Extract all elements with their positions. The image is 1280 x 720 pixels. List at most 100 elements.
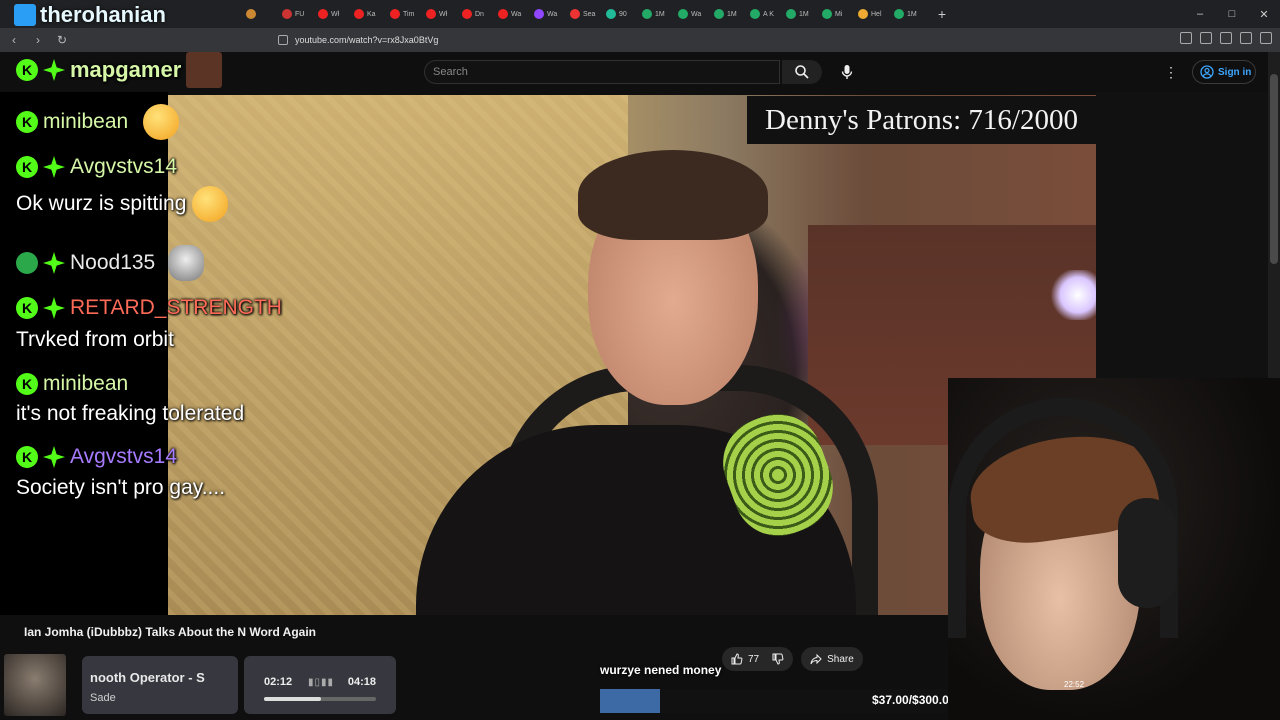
search-button[interactable] [782, 60, 822, 84]
like-button[interactable]: 77 [722, 647, 794, 671]
browser-tab[interactable]: 90 [602, 3, 636, 25]
voice-search-button[interactable] [834, 60, 860, 84]
chat-username: Avgvstvs14 [70, 445, 177, 468]
tab-favicon-icon [246, 9, 256, 19]
tab-favicon-icon [426, 9, 436, 19]
browser-tab[interactable]: A K [746, 3, 780, 25]
kick-badge-icon: K [16, 446, 38, 468]
browser-tab[interactable]: Hel [854, 3, 888, 25]
minimize-icon[interactable]: – [1184, 0, 1216, 28]
playback-progress-fill [264, 697, 322, 701]
chat-line: K minibean [16, 104, 180, 140]
tab-favicon-icon [786, 9, 796, 19]
chat-header-user: K mapgamer [16, 52, 223, 88]
elapsed-time: 02:12 [264, 676, 293, 688]
browser-tab[interactable]: Ka [350, 3, 384, 25]
tab-label: Dn [475, 10, 484, 18]
share-button[interactable]: Share [801, 647, 863, 671]
search-icon [795, 65, 809, 79]
sub-badge-icon [43, 252, 65, 274]
browser-tab[interactable]: 1M [782, 3, 816, 25]
tab-favicon-icon [606, 9, 616, 19]
sub-badge-icon [43, 59, 65, 81]
tab-label: Hel [871, 10, 882, 18]
tab-favicon-icon [822, 9, 832, 19]
browser-tab[interactable]: 1M [710, 3, 744, 25]
sub-badge-icon [43, 156, 65, 178]
browser-tab[interactable]: 1M [890, 3, 924, 25]
tab-list: FU Wł Ka Tim Wł Dn Wa Wa Sea 90 1M Wa 1M A K 1M Mi Hel 1M [240, 3, 924, 25]
now-playing-widget: nooth Operator - S Sade 02:12 ▮▯▮▮ 04:18 [0, 652, 400, 720]
browser-tab[interactable]: Mi [818, 3, 852, 25]
maximize-icon[interactable]: □ [1216, 0, 1248, 28]
donation-goal-fill [600, 689, 660, 713]
media-icon[interactable] [1220, 32, 1232, 44]
browser-tab[interactable]: Wł [422, 3, 456, 25]
browser-tab[interactable]: Tim [386, 3, 420, 25]
kick-badge-icon: K [16, 373, 38, 395]
video-actions: 77 Share [722, 647, 863, 671]
back-icon[interactable]: ‹ [4, 30, 24, 50]
streamer-facecam [948, 378, 1280, 720]
kick-badge-icon: K [16, 156, 38, 178]
like-count: 77 [748, 653, 760, 665]
chat-message: it's not freaking tolerated [16, 402, 245, 425]
playback-panel: 02:12 ▮▯▮▮ 04:18 [244, 656, 396, 714]
browser-tab[interactable]: Sea [566, 3, 600, 25]
tab-label: Tim [403, 10, 415, 18]
purple-lamp [1048, 270, 1096, 320]
tab-favicon-icon [570, 9, 580, 19]
tab-favicon-icon [282, 9, 292, 19]
tab-label: 1M [727, 10, 737, 18]
extension-icon[interactable] [1180, 32, 1192, 44]
scrollbar-thumb[interactable] [1270, 74, 1278, 264]
new-tab-button[interactable]: + [932, 4, 952, 24]
extension-icon[interactable] [1200, 32, 1212, 44]
site-info-icon[interactable] [278, 35, 288, 45]
kick-badge-icon: K [16, 297, 38, 319]
forward-icon[interactable]: › [28, 30, 48, 50]
tab-favicon-icon [714, 9, 724, 19]
smirk-emote-icon [192, 186, 229, 222]
search-placeholder: Search [433, 66, 468, 78]
browser-tab[interactable] [242, 3, 276, 25]
tab-label: Sea [583, 10, 596, 18]
browser-tab[interactable]: Dn [458, 3, 492, 25]
chat-message: Trvked from orbit [16, 328, 174, 351]
sidebar-icon[interactable] [1240, 32, 1252, 44]
share-label: Share [827, 653, 854, 665]
chat-line: K minibean [16, 372, 128, 396]
tab-favicon-icon [390, 9, 400, 19]
reload-icon[interactable]: ↻ [52, 30, 72, 50]
browser-tab[interactable]: 1M [638, 3, 672, 25]
top-user: therohanian [14, 2, 166, 28]
more-options-icon[interactable]: ⋮ [1164, 64, 1178, 80]
tab-label: Wa [511, 10, 522, 18]
profile-icon[interactable] [1260, 32, 1272, 44]
browser-tab[interactable]: Wa [530, 3, 564, 25]
search-input[interactable]: Search [424, 60, 780, 84]
chat-line: K Avgvstvs14 [16, 155, 177, 179]
close-icon[interactable]: ✕ [1248, 0, 1280, 28]
sign-in-button[interactable]: Sign in [1192, 60, 1256, 84]
tab-favicon-icon [750, 9, 760, 19]
tab-label: 1M [655, 10, 665, 18]
browser-tab[interactable]: FU [278, 3, 312, 25]
browser-tab[interactable]: Wa [674, 3, 708, 25]
share-icon [810, 653, 822, 665]
tab-label: 1M [799, 10, 809, 18]
user-badge-icon [14, 4, 36, 26]
thumbs-down-icon[interactable] [772, 653, 784, 665]
chat-line: Nood135 [16, 245, 205, 281]
url-text: youtube.com/watch?v=rx8Jxa0BtVg [295, 35, 439, 45]
browser-tab[interactable]: Wa [494, 3, 528, 25]
headset-earcup [1118, 498, 1176, 608]
supporter-badge-icon [16, 252, 38, 274]
tab-label: Mi [835, 10, 843, 18]
browser-tab[interactable]: Wł [314, 3, 348, 25]
chat-line: K RETARD_STRENGTH [16, 296, 282, 320]
screen: FU Wł Ka Tim Wł Dn Wa Wa Sea 90 1M Wa 1M A K 1M Mi Hel 1M… [0, 0, 1280, 720]
tab-favicon-icon [354, 9, 364, 19]
sub-badge-icon [43, 297, 65, 319]
url-field[interactable]: youtube.com/watch?v=rx8Jxa0BtVg [276, 32, 966, 48]
